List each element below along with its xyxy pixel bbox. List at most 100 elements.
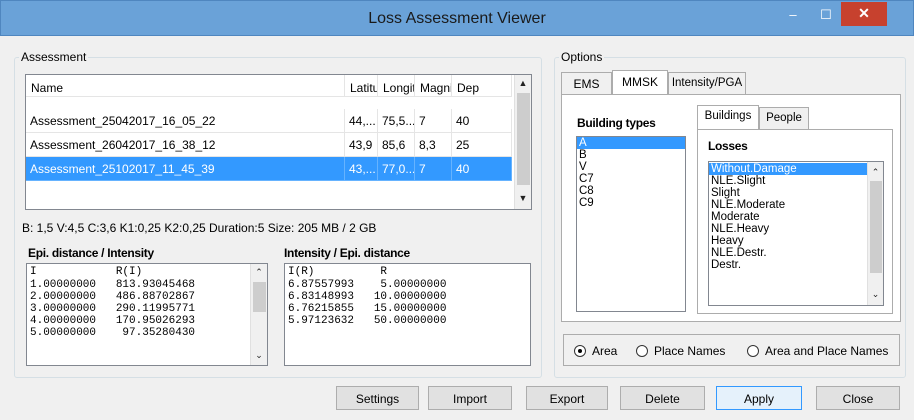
radio-place-names-dot[interactable] — [636, 345, 648, 357]
list-item[interactable]: C8 — [577, 185, 685, 197]
epi-row: 1.00000000 813.93045468 — [30, 279, 196, 291]
cell-magnitude: 8,3 — [415, 133, 452, 157]
list-item[interactable]: Destr. — [709, 259, 867, 271]
options-legend: Options — [561, 50, 603, 64]
intensity-row: 5.97123632 50.00000000 — [288, 315, 447, 327]
scroll-up-icon[interactable]: ⌃ — [868, 164, 883, 181]
assessment-status: B: 1,5 V:4,5 C:3,6 K1:0,25 K2:0,25 Durat… — [22, 221, 377, 235]
losses-list[interactable]: Without.Damage NLE.Slight Slight NLE.Mod… — [708, 161, 884, 306]
cell-latitude: 44,... — [345, 109, 378, 133]
tab-intensity-pga[interactable]: Intensity/PGA — [668, 72, 746, 94]
building-types-label: Building types — [577, 116, 656, 130]
radio-place-names-label: Place Names — [654, 344, 726, 358]
maximize-icon[interactable]: ☐ — [809, 5, 843, 27]
cell-longitude: 75,5... — [378, 109, 415, 133]
column-header-depth[interactable]: Dep — [452, 75, 512, 97]
mmsk-tab-page: Building types A B V C7 C8 C9 Buildings … — [561, 94, 901, 322]
radio-place-names[interactable]: Place Names — [636, 344, 725, 360]
cell-longitude: 85,6 — [378, 133, 415, 157]
column-header-longitude[interactable]: Longit — [378, 75, 415, 97]
radio-area[interactable]: Area — [574, 344, 617, 360]
cell-depth: 25 — [452, 133, 512, 157]
list-item[interactable]: Slight — [709, 187, 867, 199]
window-client: Assessment Name Latitu Longit Magni Dep … — [8, 36, 906, 414]
intensity-row: 6.76215855 15.00000000 — [288, 303, 447, 315]
cell-name: Assessment_26042017_16_38_12 — [26, 133, 345, 157]
title-bar: Loss Assessment Viewer – ☐ ✕ — [0, 0, 914, 36]
radio-area-label: Area — [592, 344, 618, 358]
assessment-grid[interactable]: Name Latitu Longit Magni Dep Assessment_… — [25, 74, 532, 210]
list-item[interactable]: Without.Damage — [709, 163, 867, 175]
building-types-list[interactable]: A B V C7 C8 C9 — [576, 136, 686, 312]
column-header-magnitude[interactable]: Magni — [415, 75, 452, 97]
cell-name: Assessment_25102017_11_45_39 — [26, 157, 345, 181]
epi-row: 2.00000000 486.88702867 — [30, 291, 196, 303]
list-item[interactable]: NLE.Moderate — [709, 199, 867, 211]
cell-magnitude: 7 — [415, 157, 452, 181]
import-button[interactable]: Import — [428, 386, 512, 410]
minimize-icon[interactable]: – — [776, 5, 810, 27]
close-icon[interactable]: ✕ — [841, 2, 887, 26]
scroll-down-icon[interactable]: ⌄ — [868, 286, 883, 303]
tab-buildings[interactable]: Buildings — [697, 105, 759, 129]
intensity-row: 6.87557993 5.00000000 — [288, 279, 447, 291]
column-header-name[interactable]: Name — [26, 75, 345, 97]
radio-area-and-place-names-dot[interactable] — [747, 345, 759, 357]
scroll-thumb[interactable] — [253, 282, 266, 312]
epi-row: 5.00000000 97.35280430 — [30, 327, 196, 339]
scroll-thumb[interactable] — [517, 93, 530, 185]
list-item[interactable]: B — [577, 149, 685, 161]
list-item[interactable]: C7 — [577, 173, 685, 185]
export-button[interactable]: Export — [526, 386, 608, 410]
tab-people[interactable]: People — [759, 107, 809, 129]
delete-button[interactable]: Delete — [620, 386, 705, 410]
table-row[interactable]: Assessment_26042017_16_38_12 43,9 85,6 8… — [26, 133, 512, 157]
scroll-down-icon[interactable]: ▼ — [515, 190, 531, 207]
intensity-header: I(R) R — [288, 266, 388, 278]
tab-mmsk[interactable]: MMSK — [612, 70, 668, 94]
list-item[interactable]: NLE.Destr. — [709, 247, 867, 259]
scroll-thumb[interactable] — [870, 181, 882, 273]
cell-name: Assessment_25042017_16_05_22 — [26, 109, 345, 133]
intensity-list[interactable]: I(R) R 6.87557993 5.00000000 6.83148993 … — [284, 263, 531, 366]
scroll-down-icon[interactable]: ⌄ — [251, 347, 267, 364]
epi-row: 4.00000000 170.95026293 — [30, 315, 196, 327]
list-item[interactable]: Heavy — [709, 235, 867, 247]
cell-depth: 40 — [452, 157, 512, 181]
buildings-tab-page: Losses Without.Damage NLE.Slight Slight … — [697, 129, 893, 314]
close-button[interactable]: Close — [816, 386, 900, 410]
list-item[interactable]: A — [577, 137, 685, 149]
table-row[interactable]: Assessment_25042017_16_05_22 44,... 75,5… — [26, 109, 512, 133]
cell-magnitude: 7 — [415, 109, 452, 133]
intensity-title: Intensity / Epi. distance — [284, 246, 410, 260]
list-item[interactable]: Moderate — [709, 211, 867, 223]
tab-ems[interactable]: EMS — [561, 72, 612, 94]
assessment-legend: Assessment — [21, 50, 87, 64]
losses-scrollbar[interactable]: ⌃ ⌄ — [867, 162, 883, 305]
list-item[interactable]: V — [577, 161, 685, 173]
grid-scrollbar[interactable]: ▲ ▼ — [514, 75, 531, 209]
cell-depth: 40 — [452, 109, 512, 133]
list-item[interactable]: NLE.Slight — [709, 175, 867, 187]
cell-latitude: 43,... — [345, 157, 378, 181]
button-bar: Settings Import Export Delete Apply Clos… — [8, 382, 906, 414]
table-row-selected[interactable]: Assessment_25102017_11_45_39 43,... 77,0… — [26, 157, 512, 181]
column-header-latitude[interactable]: Latitu — [345, 75, 378, 97]
radio-area-dot[interactable] — [574, 345, 586, 357]
epi-header: I R(I) — [30, 266, 143, 278]
display-mode-group: Area Place Names Area and Place Names — [563, 334, 900, 366]
cell-latitude: 43,9 — [345, 133, 378, 157]
losses-label: Losses — [708, 139, 748, 153]
cell-longitude: 77,0... — [378, 157, 415, 181]
list-item[interactable]: NLE.Heavy — [709, 223, 867, 235]
scroll-up-icon[interactable]: ⌃ — [251, 264, 267, 281]
list-item[interactable]: C9 — [577, 197, 685, 209]
scroll-up-icon[interactable]: ▲ — [515, 75, 531, 92]
epi-scrollbar[interactable]: ⌃ ⌄ — [250, 264, 267, 365]
epi-distance-title: Epi. distance / Intensity — [28, 246, 154, 260]
epi-row: 3.00000000 290.11995771 — [30, 303, 196, 315]
apply-button[interactable]: Apply — [716, 386, 802, 410]
epi-distance-list[interactable]: I R(I) 1.00000000 813.93045468 2.0000000… — [26, 263, 268, 366]
radio-area-and-place-names[interactable]: Area and Place Names — [747, 344, 888, 360]
settings-button[interactable]: Settings — [336, 386, 419, 410]
